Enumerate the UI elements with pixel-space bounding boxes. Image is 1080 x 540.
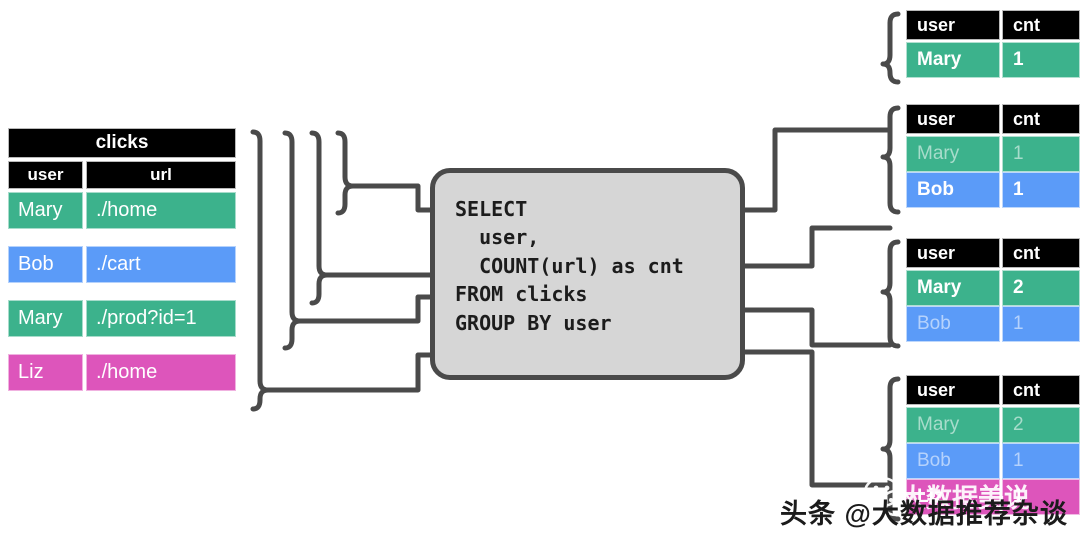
diagram-canvas: clicks user url Mary ./home Bob ./cart M… xyxy=(0,0,1080,540)
table-row: Mary 2 xyxy=(906,407,1080,443)
result-column-header-cnt: cnt xyxy=(1002,238,1080,268)
result-cell-cnt: 1 xyxy=(1002,443,1080,479)
sql-query-box: SELECT user, COUNT(url) as cnt FROM clic… xyxy=(430,168,745,380)
source-cell-url: ./cart xyxy=(86,246,236,283)
source-table-title-row: clicks xyxy=(8,128,236,158)
wire-out-3 xyxy=(742,307,893,348)
result-cell-cnt: 1 xyxy=(1002,479,1080,515)
brace-left-2 xyxy=(309,130,330,306)
result-cell-user: Mary xyxy=(906,407,1000,443)
brace-right-2 xyxy=(880,105,901,215)
table-row: Bob 1 xyxy=(906,443,1080,479)
brace-left-4 xyxy=(250,129,271,412)
source-cell-url: ./home xyxy=(86,354,236,391)
result-column-header-user: user xyxy=(906,238,1000,268)
table-row: Liz 1 xyxy=(906,479,1080,515)
result-column-header-user: user xyxy=(906,375,1000,405)
source-cell-user: Mary xyxy=(8,300,84,337)
source-table-clicks: clicks user url Mary ./home Bob ./cart M… xyxy=(8,128,236,408)
result-cell-user: Bob xyxy=(906,172,1000,208)
source-table-title: clicks xyxy=(8,128,236,158)
table-row: Mary ./home xyxy=(8,192,236,229)
result-cell-cnt: 1 xyxy=(1002,306,1080,342)
result-cell-user: Mary xyxy=(906,42,1000,78)
wire-out-2 xyxy=(742,225,893,269)
brace-right-4 xyxy=(880,376,901,522)
result-cell-cnt: 2 xyxy=(1002,407,1080,443)
table-row: Mary ./prod?id=1 xyxy=(8,300,236,337)
wire-in-4 xyxy=(265,352,433,393)
result-cell-user: Mary xyxy=(906,136,1000,172)
source-cell-url: ./home xyxy=(86,192,236,229)
wire-out-4 xyxy=(742,349,893,488)
result-column-header-cnt: cnt xyxy=(1002,104,1080,134)
result-header-row: user cnt xyxy=(906,238,1080,268)
result-cell-user: Mary xyxy=(906,270,1000,306)
result-header-row: user cnt xyxy=(906,375,1080,405)
result-column-header-cnt: cnt xyxy=(1002,10,1080,40)
result-cell-cnt: 1 xyxy=(1002,172,1080,208)
table-row: Bob ./cart xyxy=(8,246,236,283)
brace-right-1 xyxy=(880,11,901,85)
result-cell-cnt: 1 xyxy=(1002,136,1080,172)
result-column-header-cnt: cnt xyxy=(1002,375,1080,405)
brace-left-1 xyxy=(335,130,356,216)
result-cell-user: Bob xyxy=(906,306,1000,342)
brace-right-3 xyxy=(880,239,901,349)
source-cell-user: Bob xyxy=(8,246,84,283)
result-table-4: user cnt Mary 2 Bob 1 Liz 1 xyxy=(906,375,1080,515)
source-cell-url: ./prod?id=1 xyxy=(86,300,236,337)
result-table-2: user cnt Mary 1 Bob 1 xyxy=(906,104,1080,208)
wire-in-1 xyxy=(350,183,433,213)
wire-out-1 xyxy=(742,127,893,213)
result-column-header-user: user xyxy=(906,104,1000,134)
table-row: Bob 1 xyxy=(906,306,1080,342)
result-cell-cnt: 2 xyxy=(1002,270,1080,306)
source-cell-user: Liz xyxy=(8,354,84,391)
result-header-row: user cnt xyxy=(906,10,1080,40)
source-table-header-row: user url xyxy=(8,161,236,189)
result-table-3: user cnt Mary 2 Bob 1 xyxy=(906,238,1080,342)
result-cell-user: Bob xyxy=(906,443,1000,479)
source-column-header-user: user xyxy=(8,161,84,189)
brace-left-3 xyxy=(282,130,303,351)
table-row: Mary 1 xyxy=(906,136,1080,172)
table-row: Liz ./home xyxy=(8,354,236,391)
result-cell-cnt: 1 xyxy=(1002,42,1080,78)
result-table-1: user cnt Mary 1 xyxy=(906,10,1080,78)
table-row: Mary 2 xyxy=(906,270,1080,306)
source-column-header-url: url xyxy=(86,161,236,189)
result-cell-user: Liz xyxy=(906,479,1000,515)
result-column-header-user: user xyxy=(906,10,1000,40)
source-cell-user: Mary xyxy=(8,192,84,229)
table-row: Bob 1 xyxy=(906,172,1080,208)
table-row: Mary 1 xyxy=(906,42,1080,78)
sql-query-text: SELECT user, COUNT(url) as cnt FROM clic… xyxy=(455,197,684,335)
result-header-row: user cnt xyxy=(906,104,1080,134)
